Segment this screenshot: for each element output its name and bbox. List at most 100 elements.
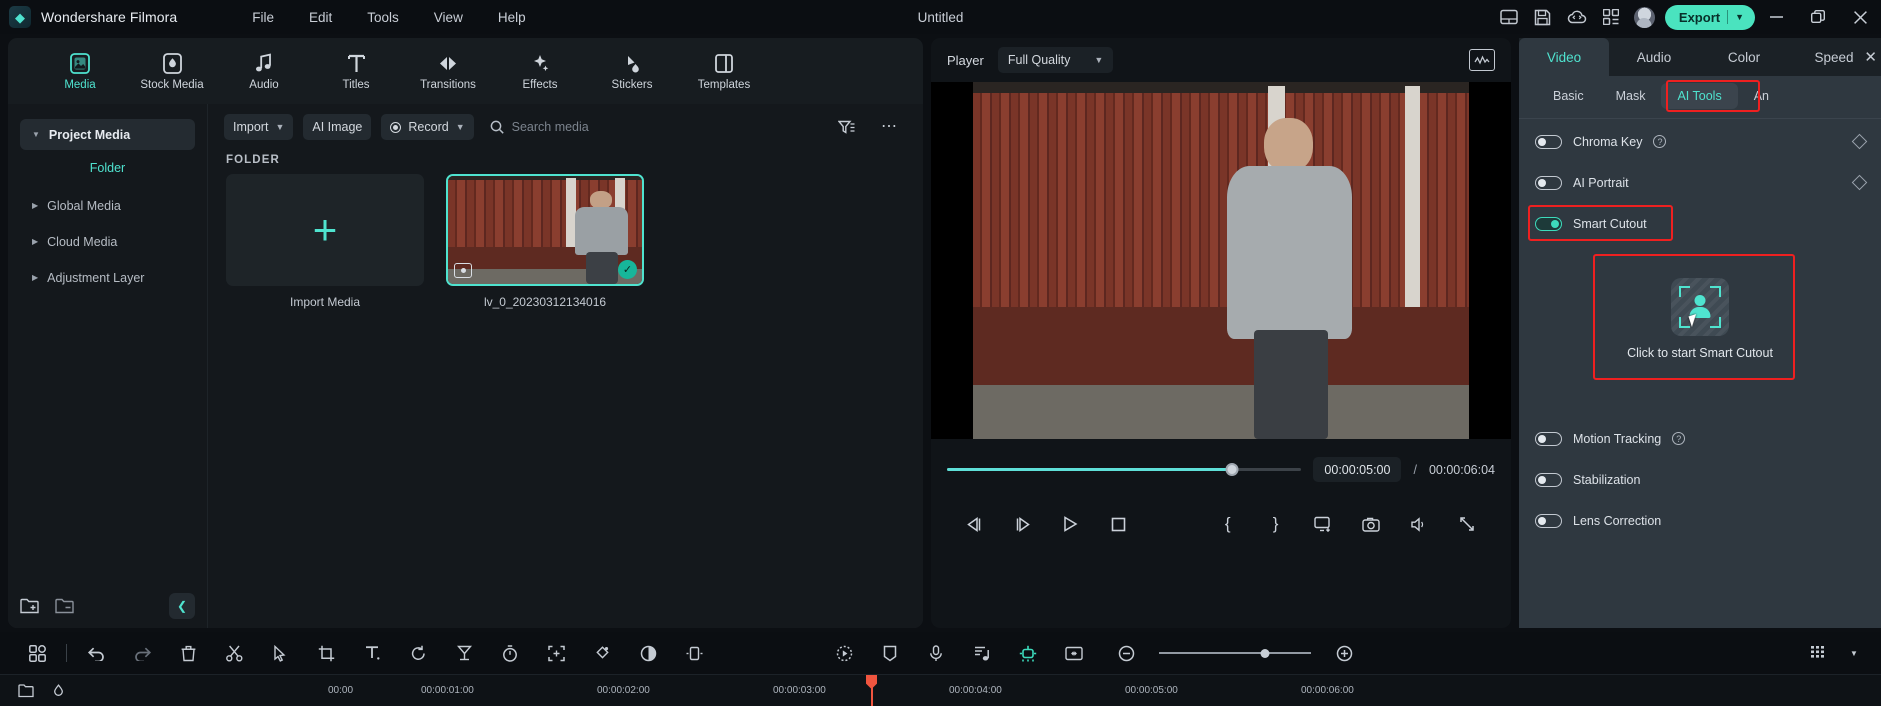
marker-shield-icon[interactable] <box>867 636 913 670</box>
marker-flag-icon[interactable] <box>52 684 68 698</box>
row-smart-cutout[interactable]: Smart Cutout <box>1519 203 1881 244</box>
menu-view[interactable]: View <box>434 10 463 25</box>
import-media-tile[interactable]: + <box>226 174 424 286</box>
waveform-panel-icon[interactable] <box>1469 49 1495 71</box>
video-stage[interactable] <box>931 82 1511 439</box>
trash-icon[interactable] <box>165 636 211 670</box>
row-chroma-key[interactable]: Chroma Key ? <box>1519 121 1881 162</box>
search-input[interactable] <box>511 120 712 134</box>
video-thumbnail[interactable]: ✓ <box>446 174 644 286</box>
sidebar-collapse-button[interactable]: ❮ <box>169 593 195 619</box>
subtab-basic[interactable]: Basic <box>1537 83 1600 109</box>
zoom-handle[interactable] <box>1260 648 1270 658</box>
remove-folder-icon[interactable] <box>55 598 74 614</box>
menu-edit[interactable]: Edit <box>309 10 332 25</box>
start-smart-cutout-button[interactable]: Click to start Smart Cutout <box>1611 266 1789 372</box>
subtab-animation[interactable]: An <box>1738 83 1785 109</box>
mark-in-button[interactable]: { <box>1204 507 1252 541</box>
sidebar-item-adjustment-layer[interactable]: ▶ Adjustment Layer <box>20 262 195 293</box>
ai-portrait-toggle[interactable] <box>1535 175 1562 190</box>
text-t-icon[interactable] <box>349 636 395 670</box>
sidebar-item-global-media[interactable]: ▶ Global Media <box>20 190 195 221</box>
volume-button[interactable] <box>1395 507 1443 541</box>
keyframe-icon[interactable] <box>1851 133 1868 150</box>
row-ai-portrait[interactable]: AI Portrait <box>1519 162 1881 203</box>
tab-stickers[interactable]: Stickers <box>586 44 678 104</box>
tab-titles[interactable]: Titles <box>310 44 402 104</box>
stopwatch-icon[interactable] <box>487 636 533 670</box>
microphone-icon[interactable] <box>913 636 959 670</box>
keyframe-icon[interactable] <box>671 636 717 670</box>
subtab-mask[interactable]: Mask <box>1600 83 1662 109</box>
chevron-down-icon[interactable]: ▼ <box>1735 12 1744 22</box>
keyframe-icon[interactable] <box>1851 174 1868 191</box>
close-icon[interactable]: ✕ <box>1864 48 1877 66</box>
tab-effects[interactable]: Effects <box>494 44 586 104</box>
help-icon[interactable]: ? <box>1672 432 1686 445</box>
color-drop-icon[interactable] <box>579 636 625 670</box>
seek-slider[interactable] <box>947 463 1302 477</box>
row-stabilization[interactable]: Stabilization <box>1519 459 1881 500</box>
lens-correction-toggle[interactable] <box>1535 513 1562 528</box>
ai-image-button[interactable]: AI Image <box>303 114 372 140</box>
help-icon[interactable]: ? <box>1653 135 1667 148</box>
sidebar-item-cloud-media[interactable]: ▶ Cloud Media <box>20 226 195 257</box>
zoom-slider[interactable] <box>1159 647 1311 659</box>
freeze-frame-icon[interactable] <box>441 636 487 670</box>
playhead[interactable] <box>866 675 877 689</box>
rotate-icon[interactable] <box>395 636 441 670</box>
apps-grid-icon[interactable] <box>1594 0 1628 34</box>
import-button[interactable]: Import ▼ <box>224 114 294 140</box>
redo-arrow-icon[interactable] <box>119 636 165 670</box>
timeline-density-icon[interactable] <box>1795 636 1841 670</box>
reframe-icon[interactable] <box>533 636 579 670</box>
restore-button[interactable] <box>1797 0 1839 34</box>
scissors-icon[interactable] <box>211 636 257 670</box>
more-options-icon[interactable]: ⋯ <box>873 119 907 135</box>
render-dashed-icon[interactable] <box>821 636 867 670</box>
crop-icon[interactable] <box>303 636 349 670</box>
menu-tools[interactable]: Tools <box>367 10 399 25</box>
row-lens-correction[interactable]: Lens Correction <box>1519 500 1881 541</box>
stop-button[interactable] <box>1095 507 1143 541</box>
stabilization-toggle[interactable] <box>1535 472 1562 487</box>
fit-width-icon[interactable] <box>1051 636 1097 670</box>
cloud-upload-icon[interactable] <box>1560 0 1594 34</box>
record-button[interactable]: Record ▼ <box>381 114 474 140</box>
subtab-ai-tools[interactable]: AI Tools <box>1661 83 1738 109</box>
menu-file[interactable]: File <box>252 10 274 25</box>
close-button[interactable] <box>1839 0 1881 34</box>
play-button[interactable] <box>1047 507 1095 541</box>
snapshot-button[interactable] <box>1347 507 1395 541</box>
search-media[interactable] <box>490 120 712 134</box>
next-frame-button[interactable] <box>999 507 1047 541</box>
contrast-circle-icon[interactable] <box>625 636 671 670</box>
audio-list-icon[interactable] <box>959 636 1005 670</box>
smart-cutout-toggle[interactable] <box>1535 216 1562 231</box>
export-button[interactable]: Export ▼ <box>1664 4 1755 30</box>
filter-sort-icon[interactable] <box>830 120 863 135</box>
zoom-in-icon[interactable] <box>1321 636 1367 670</box>
mark-out-button[interactable]: } <box>1252 507 1300 541</box>
render-preview-button[interactable] <box>1300 507 1348 541</box>
minimize-button[interactable] <box>1755 0 1797 34</box>
undo-arrow-icon[interactable] <box>73 636 119 670</box>
grid-icon[interactable] <box>14 636 60 670</box>
tab-audio[interactable]: Audio <box>218 44 310 104</box>
sidebar-folder-sublabel[interactable]: Folder <box>8 155 207 185</box>
seek-handle[interactable] <box>1225 463 1239 476</box>
tab-templates[interactable]: Templates <box>678 44 770 104</box>
chroma-key-toggle[interactable] <box>1535 134 1562 149</box>
tab-audio[interactable]: Audio <box>1609 38 1699 76</box>
fullscreen-button[interactable] <box>1443 507 1491 541</box>
media-item-video[interactable]: ✓ lv_0_20230312134016 <box>446 174 644 309</box>
timeline-ruler[interactable]: 00:00 00:00:01:00 00:00:02:00 00:00:03:0… <box>0 674 1881 706</box>
tab-color[interactable]: Color <box>1699 38 1789 76</box>
prev-frame-button[interactable] <box>951 507 999 541</box>
zoom-out-icon[interactable] <box>1103 636 1149 670</box>
tab-stock-media[interactable]: Stock Media <box>126 44 218 104</box>
user-avatar[interactable] <box>1633 6 1655 28</box>
cursor-select-icon[interactable] <box>257 636 303 670</box>
current-time[interactable]: 00:00:05:00 <box>1313 457 1402 482</box>
caret-down-icon[interactable]: ▼ <box>1841 636 1867 670</box>
